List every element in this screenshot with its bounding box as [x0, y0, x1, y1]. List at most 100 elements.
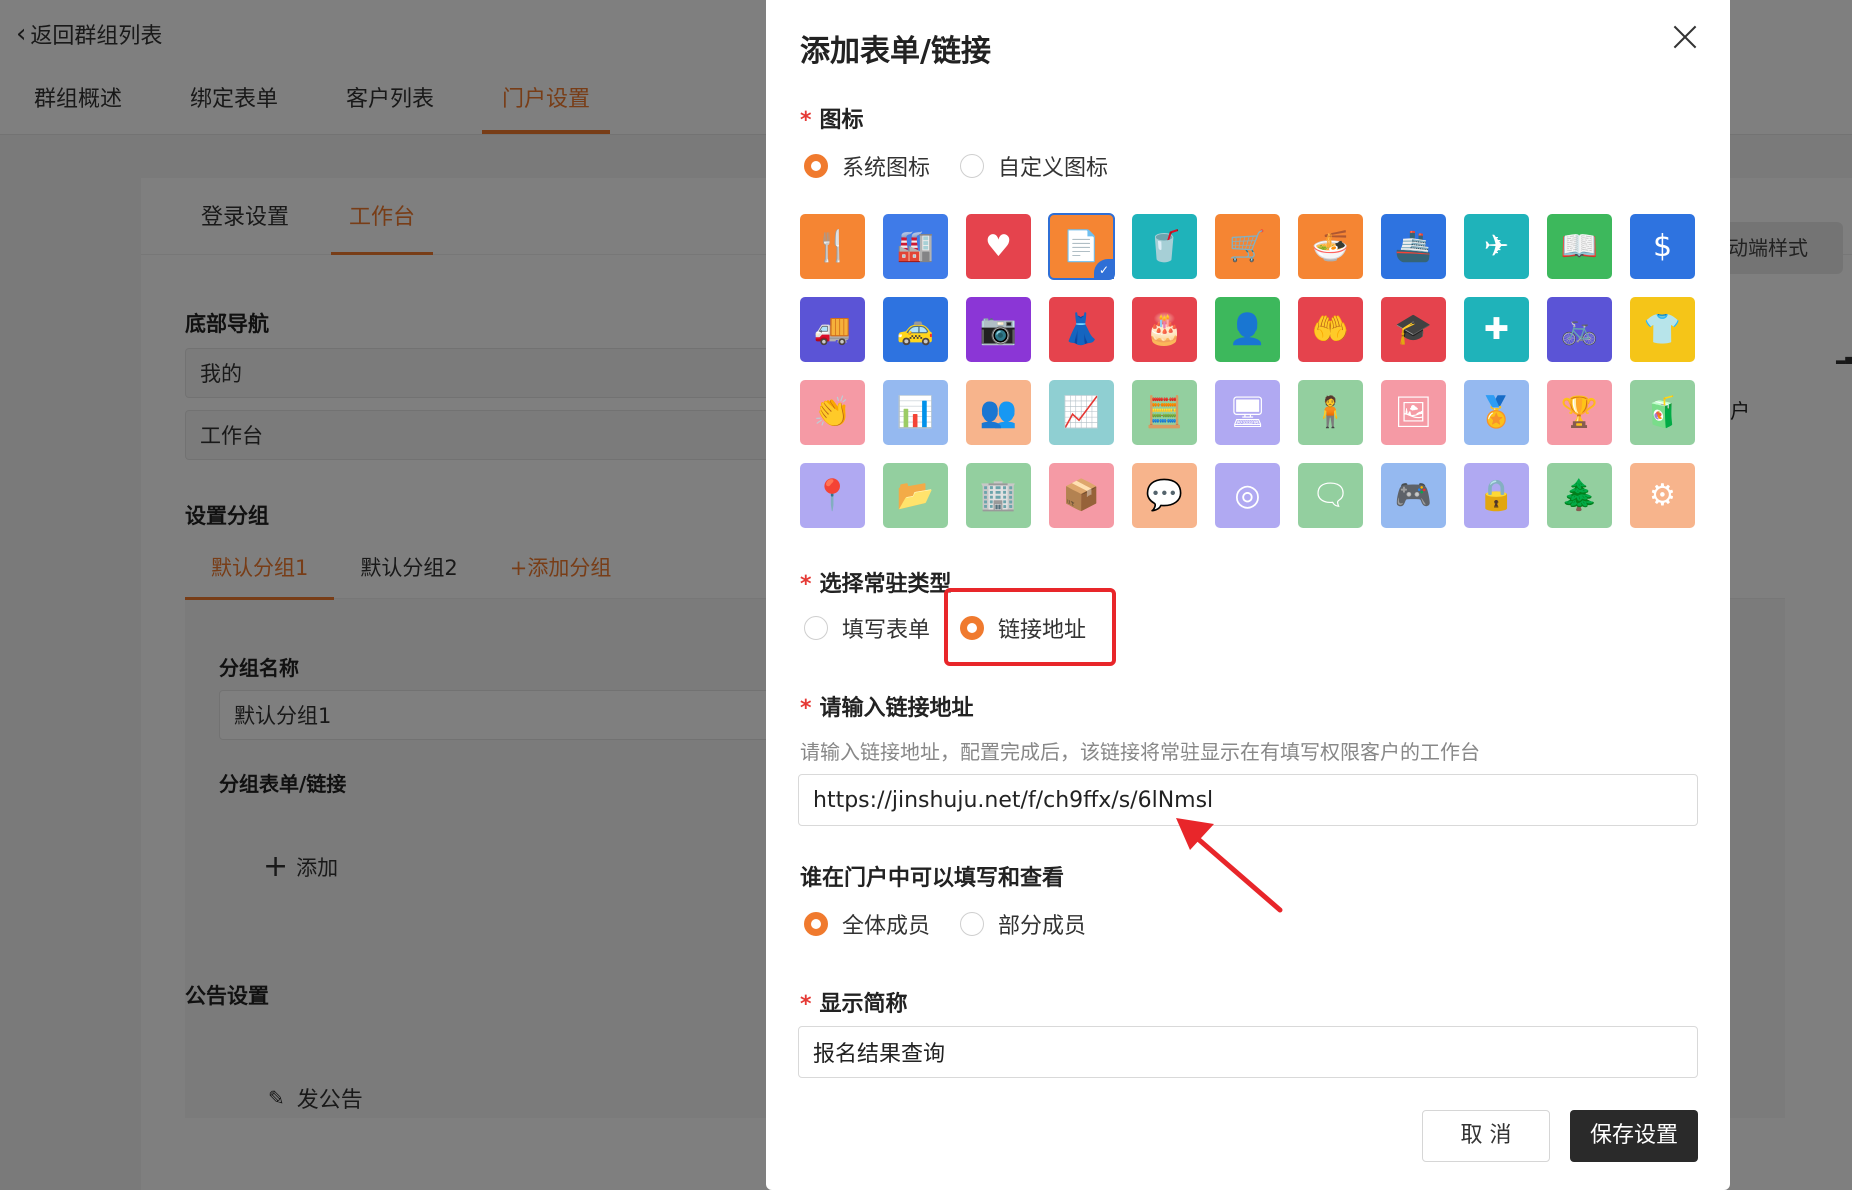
short-name-label-text: 显示简称 [819, 992, 908, 1017]
graduation-cap-icon[interactable]: 🎓 [1381, 297, 1446, 362]
icon-glyph: 💬 [1145, 478, 1184, 513]
annotation-arrow [1176, 818, 1283, 913]
icon-glyph: 🎮 [1394, 478, 1433, 513]
fingerprint-icon[interactable]: ◎ [1215, 463, 1280, 528]
fork-knife-icon[interactable]: 🍴 [800, 214, 865, 279]
cancel-button[interactable]: 取 消 [1422, 1110, 1550, 1162]
radio-dot [804, 154, 828, 178]
people-icon[interactable]: 🧍 [1298, 380, 1363, 445]
icon-glyph: 📍 [813, 478, 852, 513]
radio-system-icon[interactable]: 系统图标 [804, 150, 930, 182]
document-icon[interactable]: 📄 ✓ [1048, 213, 1115, 280]
tshirt-icon[interactable]: 👕 [1630, 297, 1695, 362]
icon-glyph: 👏 [813, 395, 852, 430]
icon-glyph: 📈 [1062, 395, 1101, 430]
icon-glyph: 📖 [1560, 229, 1599, 264]
building-icon[interactable]: 🏢 [966, 463, 1031, 528]
icon-glyph: 🍴 [813, 229, 852, 264]
drink-icon[interactable]: 🧃 [1630, 380, 1695, 445]
heart-icon[interactable]: ♥ [966, 214, 1031, 279]
laurel-icon[interactable]: 🏆 [1547, 380, 1612, 445]
message-board-icon[interactable]: 🗨 [1298, 463, 1363, 528]
presentation-icon[interactable]: 📈 [1049, 380, 1114, 445]
folder-icon[interactable]: 📂 [883, 463, 948, 528]
icon-glyph: ♥ [985, 229, 1012, 264]
radio-dot [804, 616, 828, 640]
radio-dot [960, 154, 985, 178]
icon-glyph: 🥤 [1145, 229, 1184, 264]
map-pin-tree-icon[interactable]: 📍 [800, 463, 865, 528]
icon-label-text: 图标 [819, 108, 864, 133]
pine-tree-icon[interactable]: 🌲 [1547, 463, 1612, 528]
meeting-icon[interactable]: 👥 [966, 380, 1031, 445]
icon-glyph: 🔒 [1477, 478, 1516, 513]
taxi-icon[interactable]: 🚕 [883, 297, 948, 362]
icon-glyph: 🖥 [1228, 395, 1267, 430]
icon-glyph: 📄 [1062, 229, 1101, 264]
icon-glyph: 🧮 [1145, 395, 1184, 430]
icon-glyph: 🖼 [1394, 395, 1433, 430]
lock-hand-icon[interactable]: 🔒 [1464, 463, 1529, 528]
icon-glyph: 👥 [979, 395, 1018, 430]
close-icon[interactable] [1670, 22, 1700, 52]
icon-glyph: 📦 [1062, 478, 1101, 513]
radio-dot [804, 912, 828, 936]
dress-icon[interactable]: 👗 [1049, 297, 1114, 362]
truck-icon[interactable]: 🚚 [800, 297, 865, 362]
medal-icon[interactable]: 🏅 [1464, 380, 1529, 445]
icon-glyph: 🏭 [896, 229, 935, 264]
cart-icon[interactable]: 🛒 [1215, 214, 1280, 279]
icon-glyph: $ [1652, 229, 1673, 264]
picture-icon[interactable]: 🖼 [1381, 380, 1446, 445]
medical-kit-icon[interactable]: ✚ [1464, 297, 1529, 362]
type-field-label: * 选择常驻类型 [800, 566, 952, 598]
modal-title: 添加表单/链接 [800, 34, 991, 69]
icon-glyph: 👤 [1228, 312, 1267, 347]
short-name-input[interactable]: 报名结果查询 [798, 1026, 1698, 1078]
icon-glyph: 👕 [1643, 312, 1682, 347]
bicycle-icon[interactable]: 🚲 [1547, 297, 1612, 362]
cake-icon[interactable]: 🎂 [1132, 297, 1197, 362]
factory-icon[interactable]: 🏭 [883, 214, 948, 279]
link-field-label: * 请输入链接地址 [800, 690, 974, 722]
bar-chart-icon[interactable]: 📊 [883, 380, 948, 445]
radio-fill-form[interactable]: 填写表单 [804, 612, 930, 644]
icon-glyph: 🚚 [813, 312, 852, 347]
radio-label: 全体成员 [842, 914, 931, 939]
icon-glyph: 👗 [1062, 312, 1101, 347]
icon-field-label: * 图标 [800, 102, 864, 134]
save-settings-button[interactable]: 保存设置 [1570, 1110, 1698, 1162]
icon-glyph: ✈ [1483, 229, 1510, 264]
clap-icon[interactable]: 👏 [800, 380, 865, 445]
hand-heart-icon[interactable]: 🤲 [1298, 297, 1363, 362]
icon-glyph: 🎓 [1394, 312, 1433, 347]
toggle-icon[interactable]: ⚙ [1630, 463, 1695, 528]
book-icon[interactable]: 📖 [1547, 214, 1612, 279]
icon-glyph: 🧃 [1643, 395, 1682, 430]
radio-dot [960, 912, 985, 936]
radio-some-members[interactable]: 部分成员 [960, 908, 1086, 940]
radio-label: 部分成员 [998, 914, 1087, 939]
cup-icon[interactable]: 🥤 [1132, 214, 1197, 279]
icon-glyph: 🚲 [1560, 312, 1599, 347]
icon-glyph: 🚕 [896, 312, 935, 347]
open-box-icon[interactable]: 📦 [1049, 463, 1114, 528]
chat-check-icon[interactable]: 💬 [1132, 463, 1197, 528]
monitor-user-icon[interactable]: 🖥 [1215, 380, 1280, 445]
add-form-link-modal: 添加表单/链接 * 图标 系统图标 自定义图标 🍴 🏭 ♥ 📄 ✓ 🥤 🛒 🍜 🚢 ✈ 📖 $ 🚚 🚕 📷 👗 🎂… [766, 0, 1730, 1190]
radio-all-members[interactable]: 全体成员 [804, 908, 930, 940]
dollar-icon[interactable]: $ [1630, 214, 1695, 279]
airplane-icon[interactable]: ✈ [1464, 214, 1529, 279]
icon-type-radio-group: 系统图标 自定义图标 [804, 150, 1138, 182]
radio-custom-icon[interactable]: 自定义图标 [960, 150, 1108, 182]
bowl-icon[interactable]: 🍜 [1298, 214, 1363, 279]
gamepad-music-icon[interactable]: 🎮 [1381, 463, 1446, 528]
camera-icon[interactable]: 📷 [966, 297, 1031, 362]
icon-glyph: 🏅 [1477, 395, 1516, 430]
person-icon[interactable]: 👤 [1215, 297, 1280, 362]
required-mark: * [800, 572, 812, 597]
icon-glyph: ◎ [1234, 478, 1261, 513]
ship-icon[interactable]: 🚢 [1381, 214, 1446, 279]
calculator-icon[interactable]: 🧮 [1132, 380, 1197, 445]
icon-glyph: 🎂 [1145, 312, 1184, 347]
